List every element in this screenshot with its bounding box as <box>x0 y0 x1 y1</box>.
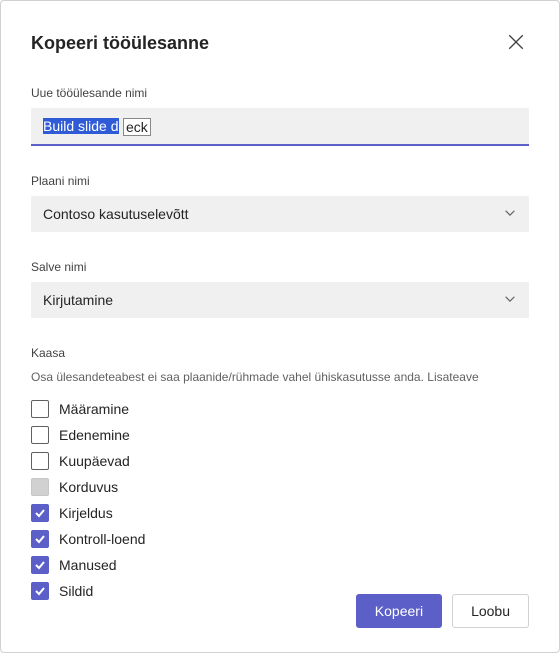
dialog-header: Kopeeri tööülesanne <box>31 29 529 58</box>
include-label: Kaasa <box>31 346 529 360</box>
checkbox-label: Määramine <box>59 401 129 417</box>
checkbox-description[interactable] <box>31 504 49 522</box>
checkbox-label: Kuupäevad <box>59 453 130 469</box>
copy-button[interactable]: Kopeeri <box>356 594 442 628</box>
checkbox-assignment[interactable] <box>31 400 49 418</box>
close-button[interactable] <box>503 29 529 58</box>
checkbox-label: Edenemine <box>59 427 130 443</box>
bucket-select-wrap: Kirjutamine <box>31 282 529 318</box>
plan-select-wrap: Contoso kasutuselevõtt <box>31 196 529 232</box>
checkbox-dates[interactable] <box>31 452 49 470</box>
checkbox-label: Kontroll-loend <box>59 531 145 547</box>
dialog-footer: Kopeeri Loobu <box>356 594 529 628</box>
plan-select[interactable]: Contoso kasutuselevõtt <box>31 196 529 232</box>
checkbox-label: Korduvus <box>59 479 118 495</box>
checkbox-attachments[interactable] <box>31 556 49 574</box>
checkbox-row-description: Kirjeldus <box>31 504 529 522</box>
checkbox-row-dates: Kuupäevad <box>31 452 529 470</box>
cancel-button[interactable]: Loobu <box>452 594 529 628</box>
checkbox-row-recurrence: Korduvus <box>31 478 529 496</box>
checkbox-row-progress: Edenemine <box>31 426 529 444</box>
plan-select-value: Contoso kasutuselevõtt <box>43 206 189 222</box>
checkbox-row-checklist: Kontroll-loend <box>31 530 529 548</box>
task-name-field-wrap: Build slide d eck <box>31 108 529 146</box>
checkbox-progress[interactable] <box>31 426 49 444</box>
include-help-text: Osa ülesandeteabest ei saa plaanide/rühm… <box>31 370 529 384</box>
checkbox-checklist[interactable] <box>31 530 49 548</box>
task-name-label: Uue tööülesande nimi <box>31 86 529 100</box>
checkbox-label: Kirjeldus <box>59 505 113 521</box>
bucket-select[interactable]: Kirjutamine <box>31 282 529 318</box>
bucket-select-value: Kirjutamine <box>43 292 113 308</box>
plan-name-label: Plaani nimi <box>31 174 529 188</box>
checkbox-row-attachments: Manused <box>31 556 529 574</box>
bucket-name-label: Salve nimi <box>31 260 529 274</box>
checkbox-label: Sildid <box>59 583 93 599</box>
checkbox-labels[interactable] <box>31 582 49 600</box>
dialog-title: Kopeeri tööülesanne <box>31 33 209 54</box>
checkbox-label: Manused <box>59 557 117 573</box>
checkbox-row-assignment: Määramine <box>31 400 529 418</box>
include-checkbox-list: Määramine Edenemine Kuupäevad Korduvus K… <box>31 400 529 600</box>
task-name-input[interactable] <box>31 108 529 146</box>
checkbox-recurrence <box>31 478 49 496</box>
close-icon <box>507 33 525 54</box>
